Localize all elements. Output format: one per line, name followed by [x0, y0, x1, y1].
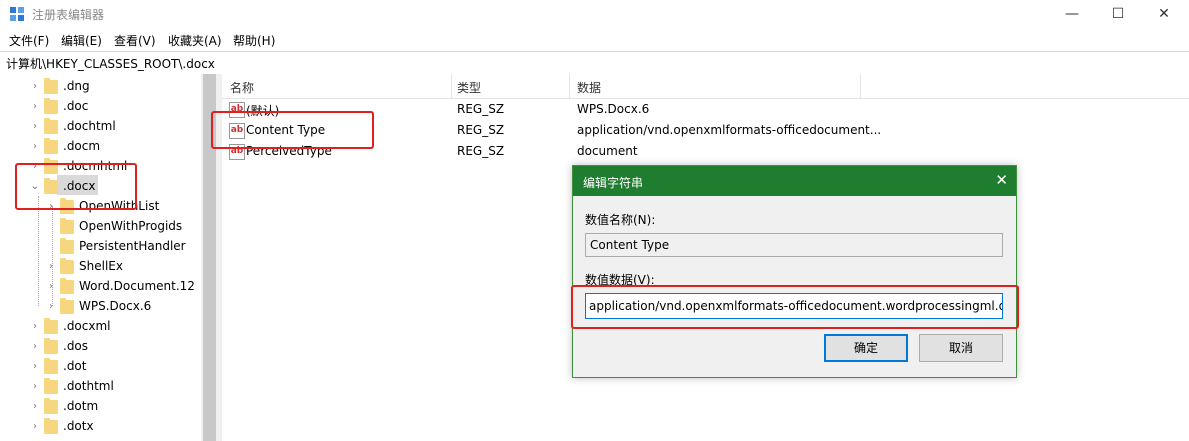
highlight-box-docx-key [15, 163, 137, 210]
column-divider[interactable] [569, 74, 570, 98]
folder-icon [44, 418, 58, 434]
tree-item[interactable]: › .docm [0, 136, 200, 156]
tree-item-label: .docxml [63, 319, 111, 333]
tree-item[interactable]: › WPS.Docx.6 [0, 296, 200, 316]
tree-item-label: ShellEx [79, 259, 123, 273]
tree-item[interactable]: › ShellEx [0, 256, 200, 276]
expand-chevron-icon[interactable]: › [30, 321, 40, 332]
expand-chevron-icon[interactable]: › [46, 261, 56, 272]
tree-item-label: WPS.Docx.6 [79, 299, 152, 313]
ok-button[interactable]: 确定 [824, 334, 908, 362]
tree-item-label: OpenWithProgids [79, 219, 183, 233]
tree-item-label: .docm [63, 139, 101, 153]
folder-icon [44, 138, 58, 154]
column-divider[interactable] [451, 74, 452, 98]
menu-help[interactable]: 帮助(H) [233, 32, 275, 49]
expand-chevron-icon[interactable]: › [30, 401, 40, 412]
tree-item-label: .dotx [63, 419, 94, 433]
expand-chevron-icon[interactable]: › [46, 301, 56, 312]
expand-chevron-icon[interactable]: › [30, 81, 40, 92]
value-data: application/vnd.openxmlformats-officedoc… [577, 123, 882, 137]
column-divider[interactable] [860, 74, 861, 98]
tree-item[interactable]: › .dng [0, 76, 200, 96]
folder-icon [44, 78, 58, 94]
column-data-header[interactable]: 数据 [577, 79, 601, 96]
tree-item[interactable]: › .docxml [0, 316, 200, 336]
value-data: document [577, 144, 638, 158]
tree-item-label: .dotm [63, 399, 99, 413]
menu-edit[interactable]: 编辑(E) [61, 32, 102, 49]
folder-icon [60, 298, 74, 314]
expand-chevron-icon[interactable]: › [30, 341, 40, 352]
expand-chevron-icon[interactable]: › [30, 121, 40, 132]
tree-item-label: .dochtml [63, 119, 116, 133]
edit-string-dialog: 编辑字符串 ✕ 数值名称(N): Content Type 数值数据(V): a… [572, 165, 1017, 378]
expand-chevron-icon[interactable]: › [30, 381, 40, 392]
value-name-field: Content Type [585, 233, 1003, 257]
tree-item-label: .dothtml [63, 379, 114, 393]
menu-bar: 文件(F) 编辑(E) 查看(V) 收藏夹(A) 帮助(H) [0, 30, 1189, 50]
expand-chevron-icon[interactable]: › [30, 361, 40, 372]
tree-item[interactable]: › .dothtml [0, 376, 200, 396]
close-button[interactable]: ✕ [1141, 0, 1187, 28]
folder-icon [44, 358, 58, 374]
tree-item-label: Word.Document.12 [79, 279, 195, 293]
value-type: REG_SZ [457, 144, 505, 158]
tree-item[interactable]: › Word.Document.12 [0, 276, 200, 296]
address-bar[interactable]: 计算机\HKEY_CLASSES_ROOT\.docx [0, 51, 1189, 75]
folder-icon [60, 258, 74, 274]
tree-item-label: .dng [63, 79, 90, 93]
menu-file[interactable]: 文件(F) [9, 32, 49, 49]
tree-item[interactable]: PersistentHandler [0, 236, 200, 256]
expand-chevron-icon[interactable]: › [30, 101, 40, 112]
tree-item[interactable]: › .doc [0, 96, 200, 116]
folder-icon [44, 98, 58, 114]
menu-favorites[interactable]: 收藏夹(A) [168, 32, 222, 49]
minimize-button[interactable]: — [1049, 0, 1095, 28]
menu-view[interactable]: 查看(V) [114, 32, 156, 49]
value-name-label: 数值名称(N): [585, 213, 656, 227]
folder-icon [44, 318, 58, 334]
expand-chevron-icon[interactable]: › [30, 141, 40, 152]
tree-item[interactable]: › .dotx [0, 416, 200, 436]
folder-icon [44, 338, 58, 354]
address-path: 计算机\HKEY_CLASSES_ROOT\.docx [6, 57, 215, 71]
title-bar: 注册表编辑器 — ☐ ✕ [0, 0, 1189, 28]
tree-item[interactable]: › .dotm [0, 396, 200, 416]
expand-chevron-icon[interactable]: › [30, 421, 40, 432]
cancel-button[interactable]: 取消 [919, 334, 1003, 362]
folder-icon [60, 238, 74, 254]
highlight-box-content-type [211, 111, 374, 149]
value-type: REG_SZ [457, 123, 505, 137]
regedit-icon [9, 6, 25, 22]
tree-item-label: PersistentHandler [79, 239, 186, 253]
folder-icon [44, 118, 58, 134]
value-name-text: Content Type [590, 238, 670, 252]
window-title: 注册表编辑器 [32, 8, 105, 22]
tree-item[interactable]: › .dos [0, 336, 200, 356]
tree-item[interactable]: OpenWithProgids [0, 216, 200, 236]
column-name-header[interactable]: 名称 [230, 79, 254, 96]
tree-item[interactable]: › .dot [0, 356, 200, 376]
tree-item-label: .dos [63, 339, 89, 353]
key-tree[interactable]: › .dng › .doc › .dochtml › .docm › .docmhtml ⌄ .doc… [0, 74, 218, 441]
expand-chevron-icon[interactable]: › [46, 281, 56, 292]
value-data: WPS.Docx.6 [577, 102, 650, 116]
highlight-box-value-data [571, 285, 1019, 329]
value-type: REG_SZ [457, 102, 505, 116]
tree-item[interactable]: › .dochtml [0, 116, 200, 136]
list-header: 名称 类型 数据 [222, 74, 1189, 99]
folder-icon [60, 218, 74, 234]
folder-icon [44, 398, 58, 414]
tree-item-label: .dot [63, 359, 87, 373]
folder-icon [60, 278, 74, 294]
tree-item-label: .doc [63, 99, 89, 113]
maximize-button[interactable]: ☐ [1095, 0, 1141, 28]
folder-icon [44, 378, 58, 394]
column-type-header[interactable]: 类型 [457, 79, 481, 96]
